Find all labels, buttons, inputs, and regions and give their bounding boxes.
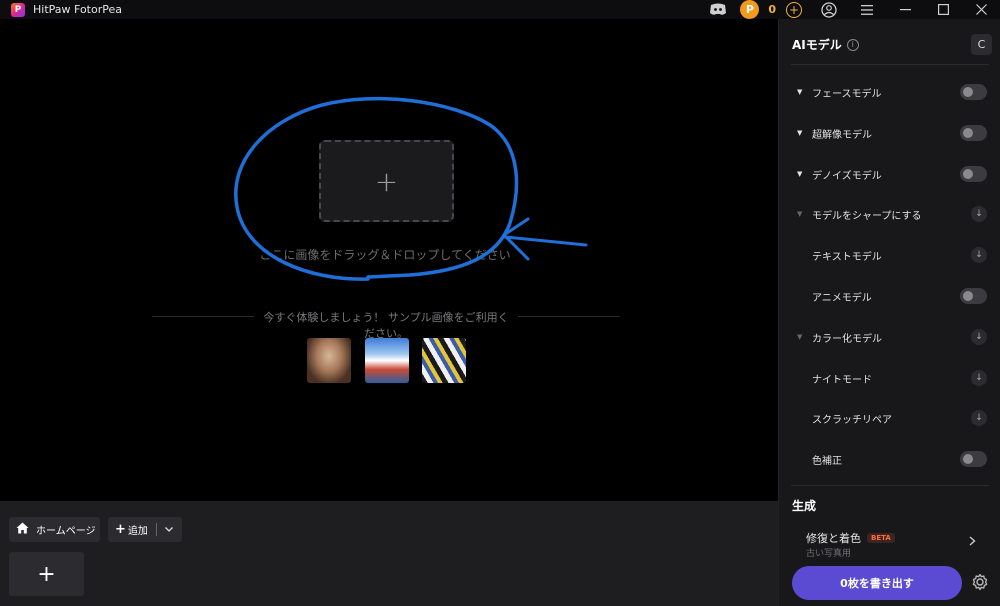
sample-image-landscape[interactable]	[365, 338, 409, 383]
model-label: アニメモデル	[812, 292, 872, 304]
plus-icon: +	[115, 522, 126, 537]
panel-title: AIモデル i	[792, 36, 859, 53]
beta-badge: BETA	[867, 533, 895, 543]
title-bar: P HitPaw FotorPea P 0 +	[0, 0, 1000, 19]
credits-widget[interactable]: P 0 +	[740, 0, 802, 19]
expand-arrow-icon[interactable]: ▼	[797, 333, 802, 341]
model-row-face: ▼ フェースモデル	[779, 82, 1000, 102]
toggle-switch[interactable]	[960, 451, 987, 467]
model-label: 色補正	[812, 455, 842, 467]
chevron-down-icon[interactable]	[164, 525, 173, 535]
new-image-tile[interactable]: +	[9, 552, 84, 596]
home-button[interactable]: ホームページ	[9, 517, 100, 542]
restore-colorize-label: 修復と着色	[806, 532, 861, 545]
canvas-area: + ここに画像をドラッグ＆ドロップしてください 今すぐ体験しましょう！ サンプル…	[0, 19, 778, 501]
model-label: フェースモデル	[812, 88, 882, 100]
expand-arrow-icon[interactable]: ▼	[797, 88, 802, 96]
expand-arrow-icon[interactable]: ▼	[797, 129, 802, 137]
panel-divider	[791, 64, 989, 65]
discord-icon[interactable]	[708, 3, 728, 17]
home-label: ホームページ	[36, 526, 96, 537]
model-label: テキストモデル	[812, 251, 882, 263]
add-divider	[155, 523, 157, 536]
bottom-strip: ホームページ + 追加 +	[0, 501, 778, 606]
sample-image-fish[interactable]	[422, 338, 466, 383]
model-label: 超解像モデル	[812, 129, 872, 141]
toggle-switch[interactable]	[960, 166, 987, 182]
toggle-switch[interactable]	[960, 125, 987, 141]
model-row-scratch-repair: スクラッチリペア ↓	[779, 408, 1000, 428]
model-row-night: ナイトモード ↓	[779, 368, 1000, 388]
model-row-sharpen: ▼ モデルをシャープにする ↓	[779, 204, 1000, 224]
drop-zone[interactable]: +	[319, 140, 454, 222]
add-label: 追加	[127, 526, 148, 537]
model-row-super-resolution: ▼ 超解像モデル	[779, 123, 1000, 143]
chevron-right-icon[interactable]	[969, 535, 976, 549]
model-row-denoise: ▼ デノイズモデル	[779, 164, 1000, 184]
drop-hint-text: ここに画像をドラッグ＆ドロップしてください	[259, 248, 511, 262]
app-window: P HitPaw FotorPea P 0 + + ここに画像をドラッグ＆ドロッ…	[0, 0, 1000, 606]
minimize-icon[interactable]	[886, 0, 924, 19]
download-icon[interactable]: ↓	[971, 370, 987, 386]
close-icon[interactable]	[962, 0, 1000, 19]
coin-icon: P	[740, 0, 760, 19]
download-icon[interactable]: ↓	[971, 410, 987, 426]
model-row-colorize: ▼ カラー化モデル ↓	[779, 327, 1000, 347]
model-label: スクラッチリペア	[812, 414, 892, 426]
model-row-color-correction: 色補正	[779, 449, 1000, 469]
toggle-switch[interactable]	[960, 84, 987, 100]
maximize-icon[interactable]	[924, 0, 962, 19]
gear-icon[interactable]	[971, 573, 989, 596]
panel-title-text: AIモデル	[792, 38, 842, 52]
model-row-text: テキストモデル ↓	[779, 245, 1000, 265]
model-row-anime: アニメモデル	[779, 286, 1000, 306]
download-icon[interactable]: ↓	[971, 206, 987, 222]
download-icon[interactable]: ↓	[971, 247, 987, 263]
add-credits-icon[interactable]: +	[786, 1, 802, 18]
expand-arrow-icon[interactable]: ▼	[797, 210, 802, 218]
reset-button[interactable]: C	[971, 34, 992, 55]
add-button[interactable]: + 追加	[108, 517, 182, 542]
reset-icon: C	[977, 38, 986, 51]
add-image-icon: +	[374, 164, 399, 198]
credit-count: 0	[768, 3, 776, 16]
plus-icon: +	[37, 561, 56, 587]
expand-arrow-icon[interactable]: ▼	[797, 170, 802, 178]
app-logo-icon: P	[11, 2, 25, 17]
model-label: デノイズモデル	[812, 170, 882, 182]
restore-colorize-item[interactable]: 修復と着色 BETA	[806, 530, 895, 546]
info-icon[interactable]: i	[846, 38, 859, 51]
generate-divider	[791, 485, 989, 486]
ai-model-panel: AIモデル i C ▼ フェースモデル ▼ 超解像モデル ▼ デノイズモデル ▼…	[778, 19, 1000, 606]
sample-prompt-text: 今すぐ体験しましょう！ サンプル画像をご利用ください。	[254, 309, 518, 341]
model-label: モデルをシャープにする	[812, 210, 922, 222]
user-icon[interactable]	[810, 0, 848, 19]
sample-image-portrait[interactable]	[307, 338, 351, 383]
menu-icon[interactable]	[848, 0, 886, 19]
toggle-switch[interactable]	[960, 288, 987, 304]
model-label: ナイトモード	[812, 374, 872, 386]
export-button[interactable]: 0枚を書き出す	[792, 566, 962, 600]
download-icon[interactable]: ↓	[971, 329, 987, 345]
restore-colorize-subtitle: 古い写真用	[806, 549, 852, 559]
title-bar-controls: P 0 +	[708, 0, 1000, 19]
model-label: カラー化モデル	[812, 333, 882, 345]
home-icon	[16, 522, 29, 538]
generate-title: 生成	[792, 499, 817, 513]
app-title: HitPaw FotorPea	[33, 3, 122, 16]
